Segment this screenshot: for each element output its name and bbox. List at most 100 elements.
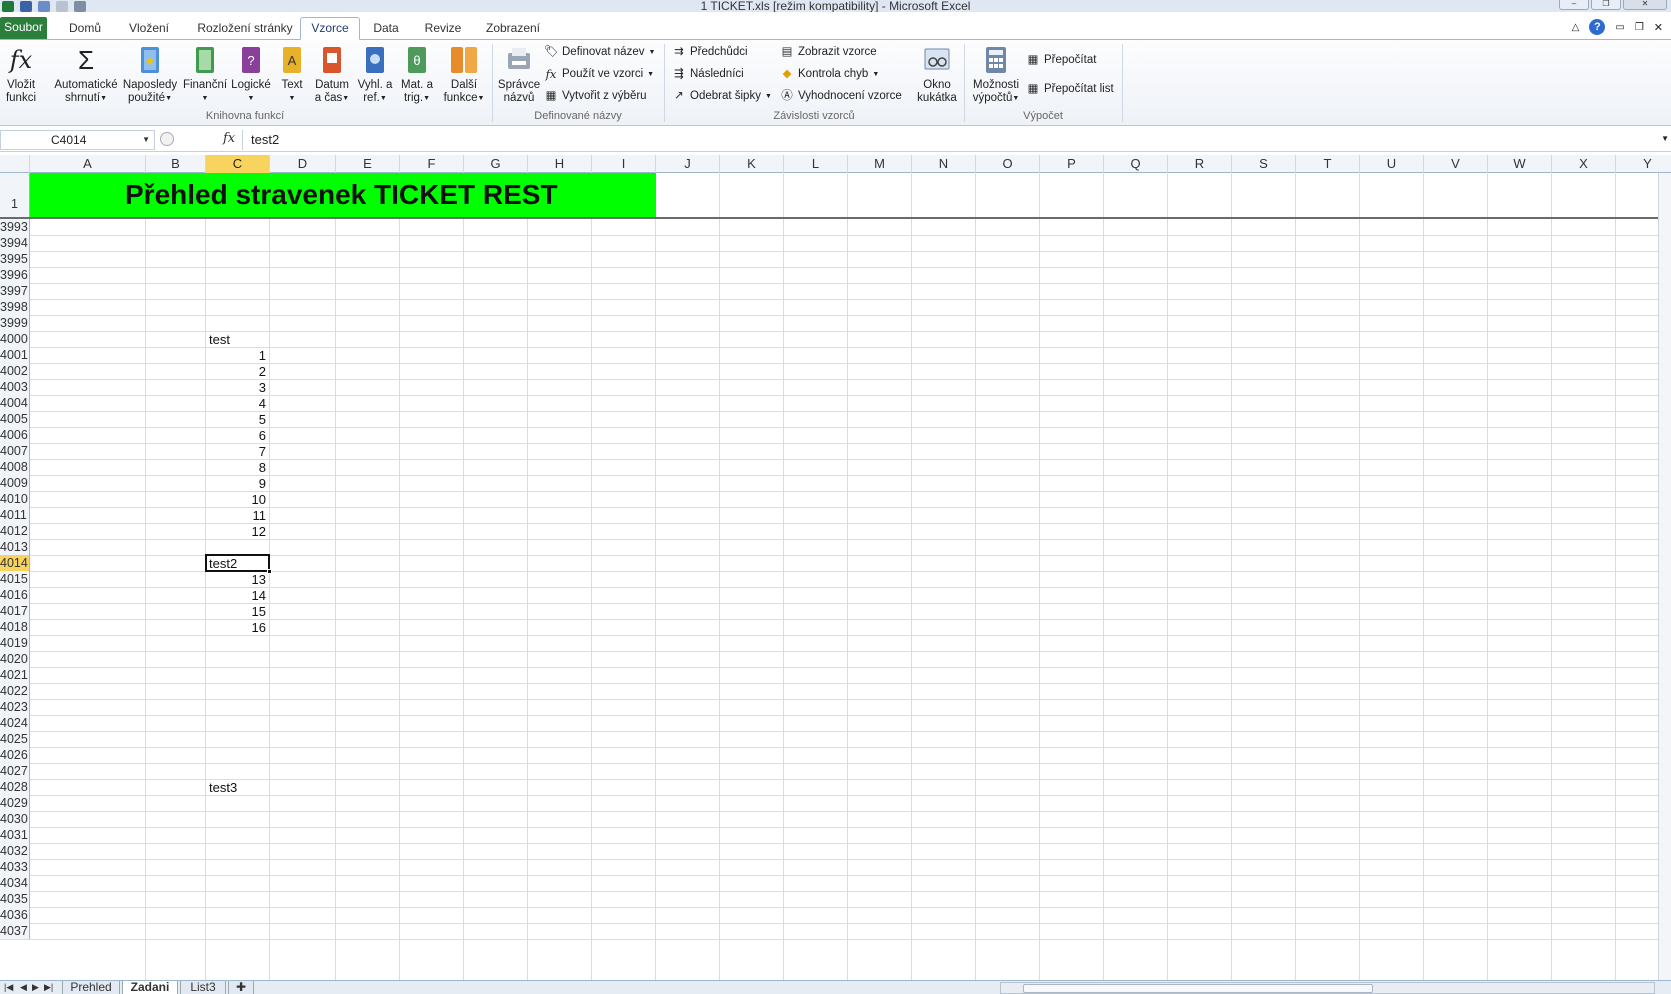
column-header[interactable]: T xyxy=(1296,155,1360,173)
row-header[interactable]: 4016 xyxy=(0,587,30,604)
column-header[interactable]: P xyxy=(1040,155,1104,173)
tab-data[interactable]: Data xyxy=(366,18,406,40)
cell-c4006[interactable]: 6 xyxy=(206,427,270,444)
row-header[interactable]: 4032 xyxy=(0,843,30,860)
create-from-selection-button[interactable]: ▦ Vytvořit z výběru xyxy=(544,87,647,106)
calculation-options-button[interactable]: Možnosti výpočtů▼ xyxy=(968,44,1024,105)
column-header[interactable]: R xyxy=(1168,155,1232,173)
row-header[interactable]: 4003 xyxy=(0,379,30,396)
row-header[interactable]: 4023 xyxy=(0,699,30,716)
insert-sheet-icon[interactable]: ✚ xyxy=(228,981,254,994)
row-header[interactable]: 4033 xyxy=(0,859,30,876)
more-functions-button[interactable]: Další funkce▼ xyxy=(440,44,488,105)
tab-home[interactable]: Domů xyxy=(60,18,110,40)
row-header[interactable]: 4015 xyxy=(0,571,30,588)
calculate-sheet-button[interactable]: ▦ Přepočítat list xyxy=(1026,80,1114,99)
cell-c4016[interactable]: 14 xyxy=(206,587,270,604)
row-header[interactable]: 4029 xyxy=(0,795,30,812)
column-header[interactable]: Y xyxy=(1616,155,1671,173)
math-trig-button[interactable]: θ Mat. a trig.▼ xyxy=(398,44,436,105)
collapse-ribbon-icon[interactable]: △ xyxy=(1572,22,1580,33)
row-header[interactable]: 4026 xyxy=(0,747,30,764)
cell-c4005[interactable]: 5 xyxy=(206,411,270,428)
row-header[interactable]: 4004 xyxy=(0,395,30,412)
cell-c4012[interactable]: 12 xyxy=(206,523,270,540)
horizontal-scrollbar[interactable] xyxy=(1000,982,1655,994)
help-icon[interactable]: ? xyxy=(1589,19,1606,35)
column-header[interactable]: J xyxy=(656,155,720,173)
row-header[interactable]: 4007 xyxy=(0,443,30,460)
column-header[interactable]: G xyxy=(464,155,528,173)
row-header[interactable]: 4008 xyxy=(0,459,30,476)
vertical-scrollbar[interactable] xyxy=(1658,173,1671,980)
row-header[interactable]: 4037 xyxy=(0,923,30,940)
row-header[interactable]: 4028 xyxy=(0,779,30,796)
row-header[interactable]: 4005 xyxy=(0,411,30,428)
row-header[interactable]: 3999 xyxy=(0,315,30,332)
text-button[interactable]: A Text ▼ xyxy=(276,44,308,105)
title-banner[interactable]: Přehled stravenek TICKET REST xyxy=(30,173,656,217)
select-all-corner[interactable] xyxy=(0,155,30,173)
first-sheet-icon[interactable]: |◀ xyxy=(4,981,13,994)
last-sheet-icon[interactable]: ▶| xyxy=(44,981,53,994)
worksheet-grid[interactable]: 1 Přehled stravenek TICKET REST 3993 3994 39… xyxy=(0,173,1671,980)
watch-window-button[interactable]: Okno kukátka xyxy=(914,44,960,105)
row-header[interactable]: 4014 xyxy=(0,555,30,572)
name-manager-button[interactable]: Správce názvů xyxy=(496,44,542,105)
remove-arrows-button[interactable]: ↗ Odebrat šipky ▼ xyxy=(672,87,772,106)
formula-input[interactable]: test2 xyxy=(242,130,1659,150)
tab-page-layout[interactable]: Rozložení stránky xyxy=(190,18,300,40)
cell-c4003[interactable]: 3 xyxy=(206,379,270,396)
doc-restore-icon[interactable]: ❐ xyxy=(1635,22,1644,33)
doc-close-icon[interactable]: ✕ xyxy=(1654,21,1663,34)
trace-precedents-button[interactable]: ⇉ Předchůdci xyxy=(672,43,747,62)
horizontal-scroll-thumb[interactable] xyxy=(1023,984,1373,993)
column-header[interactable]: S xyxy=(1232,155,1296,173)
row-header[interactable]: 3994 xyxy=(0,235,30,252)
use-in-formula-button[interactable]: fx Použít ve vzorci ▼ xyxy=(544,65,654,84)
row-header[interactable]: 4012 xyxy=(0,523,30,540)
formula-bar-expand-dropdown-icon[interactable]: ▼ xyxy=(1661,134,1669,143)
row-header[interactable]: 3993 xyxy=(0,219,30,236)
column-header[interactable]: U xyxy=(1360,155,1424,173)
row-header[interactable]: 4006 xyxy=(0,427,30,444)
cell-c4000[interactable]: test xyxy=(206,331,270,348)
tab-review[interactable]: Revize xyxy=(418,18,468,40)
financial-button[interactable]: Finanční ▼ xyxy=(182,44,228,105)
row-header[interactable]: 4036 xyxy=(0,907,30,924)
minimize-icon[interactable]: – xyxy=(1559,0,1589,10)
row-header[interactable]: 4022 xyxy=(0,683,30,700)
row-header[interactable]: 4019 xyxy=(0,635,30,652)
evaluate-formula-button[interactable]: Ⓐ Vyhodnocení vzorce xyxy=(780,87,902,106)
row-header[interactable]: 4001 xyxy=(0,347,30,364)
sheet-tab-prehled[interactable]: Prehled xyxy=(62,981,120,994)
cell-c4010[interactable]: 10 xyxy=(206,491,270,508)
recently-used-button[interactable]: ★ Naposledy použité▼ xyxy=(122,44,178,105)
cell-c4008[interactable]: 8 xyxy=(206,459,270,476)
column-header[interactable]: V xyxy=(1424,155,1488,173)
column-header[interactable]: W xyxy=(1488,155,1552,173)
sheet-tab-zadani[interactable]: Zadani xyxy=(122,981,178,994)
row-header[interactable]: 4010 xyxy=(0,491,30,508)
name-box-dropdown-icon[interactable]: ▼ xyxy=(142,131,150,149)
show-formulas-button[interactable]: ▤ Zobrazit vzorce xyxy=(780,43,877,62)
row-header[interactable]: 4020 xyxy=(0,651,30,668)
insert-function-button[interactable]: fx Vložit funkci xyxy=(4,44,38,105)
row-header[interactable]: 4027 xyxy=(0,763,30,780)
column-header[interactable]: Q xyxy=(1104,155,1168,173)
row-header[interactable]: 4034 xyxy=(0,875,30,892)
column-header[interactable]: F xyxy=(400,155,464,173)
cell-c4002[interactable]: 2 xyxy=(206,363,270,380)
cell-c4001[interactable]: 1 xyxy=(206,347,270,364)
row-header[interactable]: 4035 xyxy=(0,891,30,908)
cell-c4009[interactable]: 9 xyxy=(206,475,270,492)
column-header[interactable]: L xyxy=(784,155,848,173)
column-header[interactable]: B xyxy=(146,155,206,173)
row-header[interactable]: 3995 xyxy=(0,251,30,268)
close-icon[interactable]: ✕ xyxy=(1623,0,1667,10)
tab-insert[interactable]: Vložení xyxy=(120,18,178,40)
row-header[interactable]: 4024 xyxy=(0,715,30,732)
tab-formulas[interactable]: Vzorce xyxy=(300,17,360,40)
row-header[interactable]: 4021 xyxy=(0,667,30,684)
column-header[interactable]: H xyxy=(528,155,592,173)
